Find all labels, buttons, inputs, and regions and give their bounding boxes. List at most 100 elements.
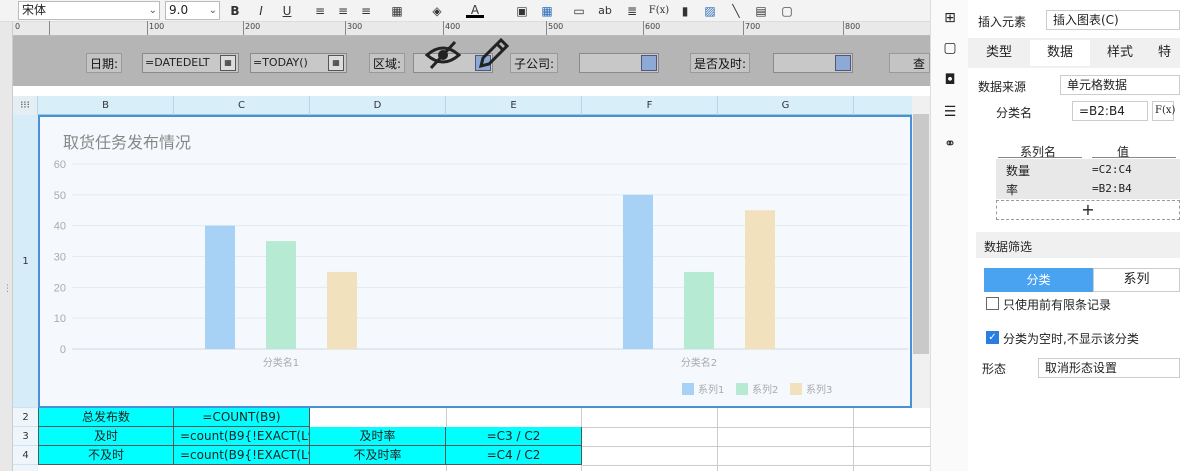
- ontime-select[interactable]: [773, 53, 853, 73]
- bar[interactable]: [205, 225, 235, 349]
- tab-style[interactable]: 样式: [1090, 40, 1150, 66]
- calendar-icon[interactable]: ▦: [220, 55, 236, 71]
- frame-icon[interactable]: ▢: [778, 2, 796, 20]
- series-row-name[interactable]: 率: [1006, 181, 1018, 198]
- slash-icon[interactable]: ╲: [727, 2, 745, 20]
- date-end-field[interactable]: =TODAY() ▦: [250, 53, 347, 73]
- bar[interactable]: [623, 194, 653, 349]
- underline-button[interactable]: U: [278, 2, 296, 20]
- date-label: 日期:: [86, 53, 123, 73]
- font-size-select[interactable]: 9.0 ⌄: [165, 1, 220, 20]
- date-start-value: =DATEDELT: [145, 56, 210, 69]
- select-all-icon[interactable]: ⁝⁝⁝: [13, 96, 38, 115]
- fill-color-icon[interactable]: ◈: [428, 2, 446, 20]
- column-header-g[interactable]: G: [718, 96, 854, 115]
- dropdown-icon[interactable]: [641, 55, 657, 71]
- ruler-tick: [546, 21, 547, 35]
- cell-c3[interactable]: =count(B9{!EXACT(L9,: [174, 427, 310, 446]
- scrollbar-thumb[interactable]: [913, 114, 929, 354]
- cell-d3[interactable]: 及时率: [310, 427, 446, 446]
- shape-label: 形态: [982, 362, 1007, 376]
- insert-element-select[interactable]: 插入图表(C): [1046, 10, 1180, 30]
- condition-icon[interactable]: ◘: [941, 72, 959, 90]
- calendar-icon[interactable]: ▦: [328, 55, 344, 71]
- cell-e4[interactable]: =C4 / C2: [446, 446, 582, 465]
- filter-tab-category[interactable]: 分类: [984, 268, 1093, 292]
- shape-select[interactable]: 取消形态设置: [1038, 358, 1180, 378]
- cell-b4[interactable]: 不及时: [38, 446, 174, 465]
- category-input[interactable]: =B2:B4: [1072, 101, 1148, 121]
- italic-button[interactable]: I: [252, 2, 270, 20]
- filter-tab-series[interactable]: 系列: [1093, 268, 1180, 292]
- header-underline: [1092, 157, 1176, 158]
- font-family-value: 宋体: [22, 3, 47, 17]
- bar[interactable]: [745, 210, 775, 349]
- chevron-down-icon: ⌄: [208, 5, 217, 16]
- ruler-label: 700: [745, 22, 761, 31]
- chart-container[interactable]: 取货任务发布情况 0 10 20 30 40 50 60 分类名1 分类名2 系列1 系列2 系列…: [38, 115, 912, 408]
- bar[interactable]: [684, 271, 714, 349]
- text-button[interactable]: ab: [596, 2, 614, 20]
- font-color-icon[interactable]: A: [466, 2, 484, 18]
- limit-records-label: 只使用前有限条记录: [1003, 298, 1112, 312]
- insert-cell-icon[interactable]: ▭: [570, 2, 588, 20]
- formula-button[interactable]: F(x): [648, 2, 670, 20]
- hidden-eye-icon[interactable]: [423, 38, 463, 72]
- align-left-icon[interactable]: ≡: [311, 2, 329, 20]
- chevron-down-icon: ⌄: [148, 5, 157, 16]
- column-header-f[interactable]: F: [582, 96, 718, 115]
- cell-d4[interactable]: 不及时率: [310, 446, 446, 465]
- category-formula-button[interactable]: F(x): [1152, 101, 1175, 121]
- align-center-icon[interactable]: ≡: [334, 2, 352, 20]
- series-row-value[interactable]: =C2:C4: [1092, 163, 1132, 176]
- font-family-select[interactable]: 宋体 ⌄: [18, 1, 160, 20]
- grid-line: [717, 408, 718, 471]
- column-header-b[interactable]: B: [38, 96, 174, 115]
- cell-attributes-icon[interactable]: ⊞: [941, 10, 959, 28]
- tab-data[interactable]: 数据: [1030, 40, 1090, 66]
- column-header-d[interactable]: D: [310, 96, 446, 115]
- merge-cells-icon[interactable]: ▣: [513, 2, 531, 20]
- widget-settings-icon[interactable]: ▢: [941, 40, 959, 58]
- list-icon[interactable]: ☰: [941, 104, 959, 122]
- border-icon[interactable]: ▦: [388, 2, 406, 20]
- column-header-e[interactable]: E: [446, 96, 582, 115]
- splitter-handle-icon[interactable]: ⋮: [3, 284, 12, 294]
- bar[interactable]: [327, 271, 357, 349]
- tab-special[interactable]: 特: [1150, 40, 1180, 66]
- date-start-field[interactable]: =DATEDELT ▦: [142, 53, 239, 73]
- align-right-icon[interactable]: ≡: [357, 2, 375, 20]
- query-button[interactable]: 查: [889, 53, 930, 73]
- cell-b3[interactable]: 及时: [38, 427, 174, 446]
- series-row-name[interactable]: 数量: [1006, 162, 1030, 179]
- table-icon[interactable]: ▦: [538, 2, 556, 20]
- paragraph-icon[interactable]: ≣: [623, 2, 641, 20]
- limit-records-checkbox[interactable]: [986, 297, 999, 310]
- tab-type[interactable]: 类型: [968, 40, 1030, 66]
- edit-pencil-icon[interactable]: [475, 36, 511, 72]
- link-icon[interactable]: ⚭: [941, 136, 959, 154]
- y-tick-label: 0: [60, 344, 66, 356]
- row-header-4[interactable]: 4: [13, 446, 38, 465]
- dropdown-icon[interactable]: [835, 55, 851, 71]
- series-row-value[interactable]: =B2:B4: [1092, 182, 1132, 195]
- cell-e3[interactable]: =C3 / C2: [446, 427, 582, 446]
- subsidiary-select[interactable]: [579, 53, 659, 73]
- cell-c4[interactable]: =count(B9{!EXACT(L9,: [174, 446, 310, 465]
- hide-empty-checkbox[interactable]: ✓: [986, 331, 999, 344]
- column-header-c[interactable]: C: [174, 96, 310, 115]
- row-header-2[interactable]: 2: [13, 408, 38, 427]
- cell-b2[interactable]: 总发布数: [38, 408, 174, 427]
- data-source-select[interactable]: 单元格数据: [1060, 75, 1180, 95]
- row-header-3[interactable]: 3: [13, 427, 38, 446]
- image-icon[interactable]: ▨: [701, 2, 719, 20]
- bold-button[interactable]: B: [226, 2, 244, 20]
- row-header-1[interactable]: 1: [13, 115, 38, 408]
- y-tick-label: 10: [54, 313, 66, 325]
- bar[interactable]: [266, 241, 296, 349]
- chart-icon[interactable]: ▮: [676, 2, 694, 20]
- add-series-button[interactable]: +: [996, 200, 1180, 220]
- cell-c2[interactable]: =COUNT(B9): [174, 408, 310, 427]
- y-tick-label: 60: [54, 159, 66, 171]
- document-icon[interactable]: ▤: [752, 2, 770, 20]
